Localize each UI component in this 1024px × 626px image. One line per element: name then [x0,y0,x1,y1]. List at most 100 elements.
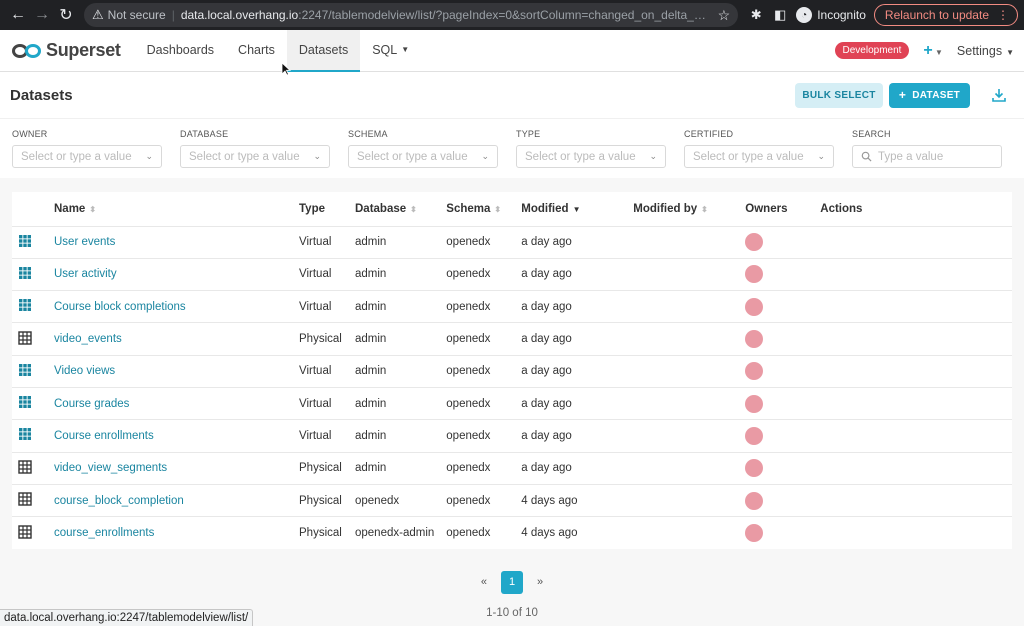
virtual-dataset-icon [19,428,31,441]
column-label: Modified by [633,202,698,215]
filter-label: SCHEMA [348,129,388,139]
pagination: « 1 » [0,570,1024,594]
column-header-database[interactable]: Database ⬍ [349,192,440,226]
virtual-dataset-icon [19,363,31,376]
schema-cell: openedx [440,483,516,517]
table-row: course_enrollments Physical openedx-admin o… [12,516,1012,549]
modified-cell: 4 days ago [515,483,628,517]
search-input[interactable]: Type a value [852,145,1002,168]
sort-icon: ⬍ [701,204,708,214]
column-header-modified-by[interactable]: Modified by ⬍ [627,192,739,226]
caret-down-icon: ▼ [932,47,943,57]
modified-cell: a day ago [515,322,628,356]
dataset-link[interactable]: User activity [54,268,117,280]
caret-down-icon: ▼ [1006,47,1014,57]
dataset-icon-cell [12,322,48,356]
column-header-modified[interactable]: Modified ▼ [515,192,627,226]
address-separator: | [171,8,175,22]
settings-menu[interactable]: Settings ▼ [957,44,1014,58]
address-bar[interactable]: ⚠ Not secure | data.local.overhang.io :2… [84,3,739,27]
superset-logo[interactable]: Superset [12,40,121,61]
nav-right: Development + ▼ Settings ▼ [834,42,1024,60]
avatar[interactable] [745,233,764,252]
bookmark-star-icon[interactable]: ☆ [710,7,731,24]
chevron-down-icon: ⌄ [313,151,321,161]
extensions-icon[interactable]: ✱ [744,3,768,27]
add-dataset-button[interactable]: + DATASET [889,82,970,108]
incognito-indicator[interactable]: ◔ Incognito [796,7,866,23]
page-1-button[interactable]: 1 [501,570,523,594]
column-label: Name [54,202,86,215]
add-dataset-label: DATASET [912,89,961,101]
relaunch-button[interactable]: Relaunch to update ⋮ [873,4,1018,26]
avatar[interactable] [745,362,764,381]
dataset-link[interactable]: Course enrollments [54,430,154,442]
reload-icon[interactable]: ↻ [54,3,78,27]
nav-datasets[interactable]: Datasets [286,29,361,72]
actions-cell [814,322,1012,356]
schema-cell: openedx [440,516,516,549]
avatar[interactable] [745,297,764,316]
nav-dashboards[interactable]: Dashboards [135,30,226,72]
new-item-menu[interactable]: + ▼ [923,42,942,60]
nav-sql[interactable]: SQL ▼ [360,30,421,72]
certified-select[interactable]: Select or type a value ⌄ [684,145,834,168]
type-select[interactable]: Select or type a value ⌄ [516,145,666,168]
prev-page-button[interactable]: « [481,576,487,588]
actions-cell [814,290,1012,323]
url-path: :2247/tablemodelview/list/?pageIndex=0&s… [298,8,709,22]
dataset-link[interactable]: Course grades [54,398,129,410]
bulk-select-button[interactable]: BULK SELECT [795,82,883,108]
select-placeholder: Select or type a value [21,150,132,163]
column-header-name[interactable]: Name ⬍ [48,192,293,226]
chevron-down-icon: ⌄ [817,151,825,161]
avatar[interactable] [745,394,764,413]
database-cell: admin [349,386,441,420]
avatar[interactable] [745,330,764,349]
avatar[interactable] [745,426,764,445]
name-cell: Course grades [48,386,293,420]
column-header-schema[interactable]: Schema ⬍ [440,192,515,226]
select-placeholder: Select or type a value [693,150,804,163]
dataset-link[interactable]: video_events [54,333,122,345]
owner-select[interactable]: Select or type a value ⌄ [12,145,162,168]
dataset-link[interactable]: course_block_completion [54,495,184,507]
app-navbar: Superset Dashboards Charts Datasets SQL … [0,29,1024,72]
dataset-link[interactable]: video_view_segments [54,462,167,474]
modified-by-cell [627,516,740,549]
schema-select[interactable]: Select or type a value ⌄ [348,145,498,168]
avatar[interactable] [745,524,764,543]
modified-cell: a day ago [515,419,628,453]
actions-cell [814,354,1012,388]
download-icon[interactable] [984,83,1014,108]
dataset-link[interactable]: User events [54,236,115,248]
nav-charts[interactable]: Charts [226,30,287,72]
dataset-link[interactable]: Video views [54,365,115,377]
column-label: Actions [820,202,863,215]
dataset-link[interactable]: Course block completions [54,301,186,313]
actions-cell [814,225,1012,259]
incognito-icon: ◔ [796,7,813,23]
avatar[interactable] [745,459,764,478]
modified-by-cell [627,290,740,323]
forward-arrow-icon[interactable]: → [30,3,54,27]
avatar[interactable] [745,265,764,284]
column-label: Modified [521,202,569,215]
table-row: Course block completions Virtual admin open… [12,290,1012,323]
filter-label: TYPE [516,129,541,139]
owners-cell [739,483,815,517]
select-placeholder: Select or type a value [189,150,300,163]
database-cell: admin [349,290,441,323]
database-cell: admin [349,354,441,388]
name-cell: course_block_completion [48,483,293,517]
next-page-button[interactable]: » [537,576,543,588]
dataset-link[interactable]: course_enrollments [54,527,154,539]
settings-label: Settings [956,43,1003,58]
type-cell: Physical [293,483,349,517]
owners-cell [739,451,815,485]
avatar[interactable] [745,491,764,510]
side-panel-icon[interactable]: ◧ [768,3,792,27]
select-placeholder: Select or type a value [525,150,636,163]
database-select[interactable]: Select or type a value ⌄ [180,145,330,168]
back-arrow-icon[interactable]: ← [6,3,30,27]
